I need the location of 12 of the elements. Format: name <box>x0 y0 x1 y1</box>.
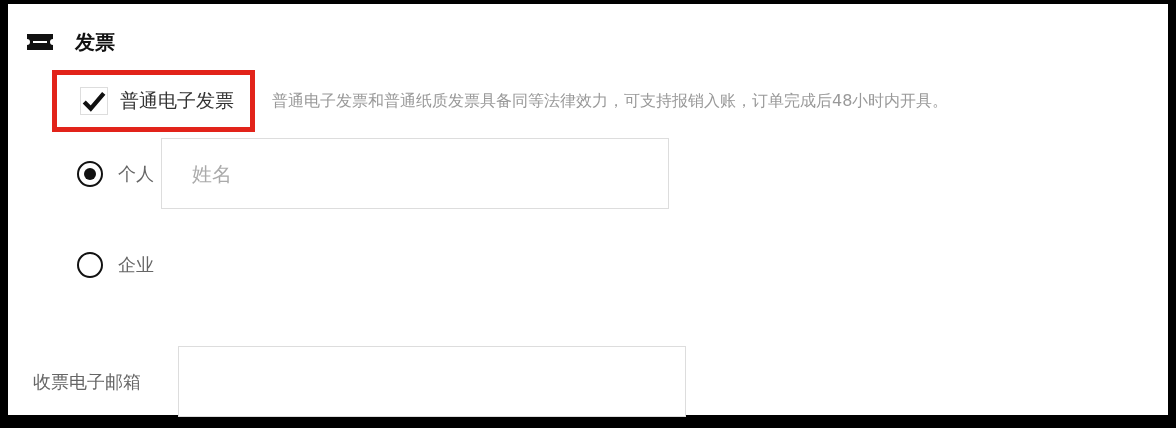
email-field[interactable] <box>178 346 686 417</box>
ticket-icon <box>27 34 53 50</box>
radio-label[interactable]: 企业 <box>118 252 161 277</box>
email-label: 收票电子邮箱 <box>33 369 142 394</box>
checkbox-label[interactable]: 普通电子发票 <box>120 88 234 114</box>
checkbox[interactable] <box>80 87 108 115</box>
radio-button[interactable] <box>77 160 103 187</box>
name-field[interactable]: 姓名 <box>161 138 669 209</box>
radio-button[interactable] <box>77 251 103 278</box>
radio-label[interactable]: 个人 <box>118 161 161 186</box>
section-title: 发票 <box>75 28 115 56</box>
invoice-description: 普通电子发票和普通纸质发票具备同等法律效力，可支持报销入账，订单完成后48小时内开具。 <box>272 90 949 112</box>
